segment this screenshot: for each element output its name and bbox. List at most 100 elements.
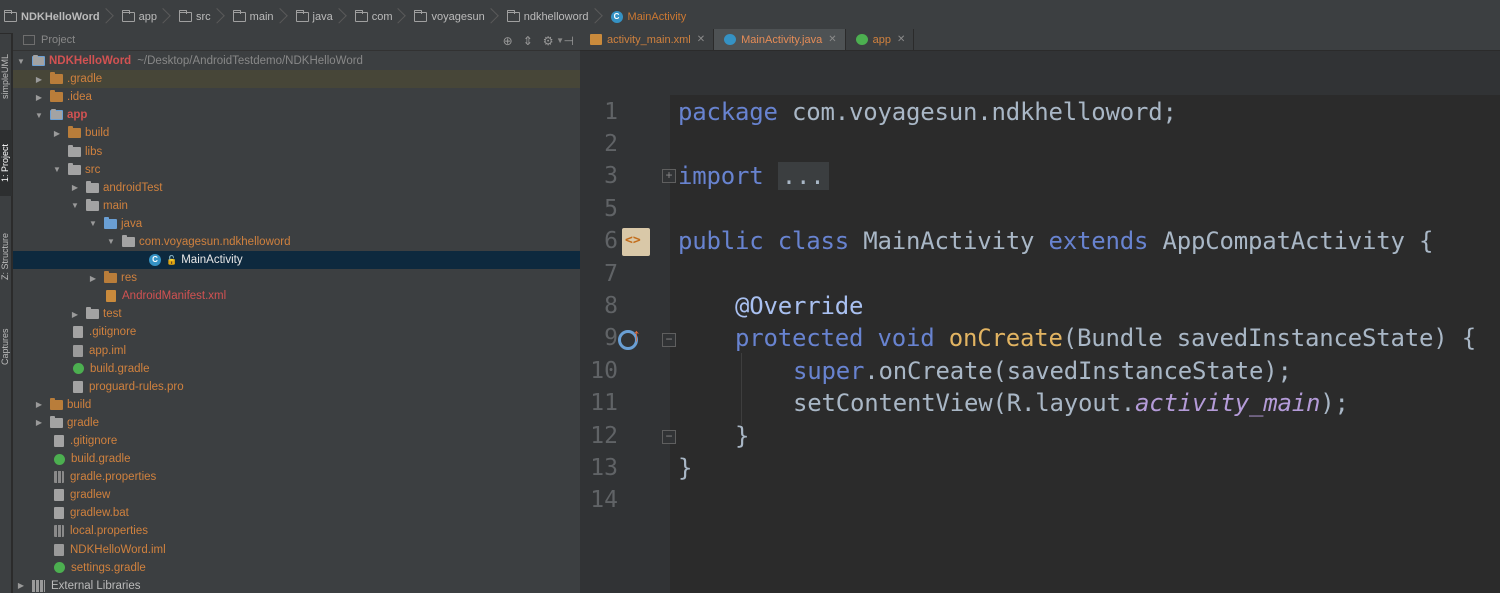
breadcrumb-src[interactable]: src bbox=[177, 0, 231, 34]
close-icon[interactable]: ✕ bbox=[828, 34, 836, 45]
folder-icon bbox=[68, 162, 81, 175]
collapse-fold-end-icon[interactable]: − bbox=[662, 430, 676, 444]
tool-tab-project[interactable]: 1: Project bbox=[0, 130, 12, 196]
tree-row[interactable]: .gitignore bbox=[13, 432, 580, 450]
collapsed-arrow-icon[interactable]: ▶ bbox=[70, 183, 80, 192]
tree-row[interactable]: proguard-rules.pro bbox=[13, 378, 580, 396]
collapsed-arrow-icon[interactable]: ▶ bbox=[70, 310, 80, 319]
line-number: 1 bbox=[604, 99, 618, 125]
breadcrumb-label: app bbox=[138, 10, 157, 23]
tree-row-selected[interactable]: C 🔓 MainActivity bbox=[13, 251, 580, 270]
package-icon bbox=[354, 9, 368, 22]
collapsed-arrow-icon[interactable]: ▶ bbox=[34, 418, 44, 427]
tool-tab-simpleuml[interactable]: simpleUML bbox=[0, 36, 12, 116]
breadcrumb-voyagesun[interactable]: voyagesun bbox=[412, 0, 504, 34]
tree-row[interactable]: ▶ External Libraries bbox=[13, 577, 580, 593]
gradle-file-icon bbox=[54, 453, 65, 465]
chevron-right-icon bbox=[595, 6, 603, 28]
folder-icon bbox=[86, 198, 99, 211]
tree-row[interactable]: ▼ app bbox=[13, 106, 580, 124]
tree-row[interactable]: gradle.properties bbox=[13, 468, 580, 486]
expanded-arrow-icon[interactable]: ▼ bbox=[70, 201, 80, 210]
package-icon bbox=[122, 234, 135, 247]
tree-row[interactable]: gradlew bbox=[13, 486, 580, 504]
collapsed-arrow-icon[interactable]: ▶ bbox=[34, 400, 44, 409]
tab-mainactivity-java[interactable]: MainActivity.java ✕ bbox=[714, 29, 846, 50]
code-line-8: @Override bbox=[735, 292, 864, 320]
collapsed-arrow-icon[interactable]: ▶ bbox=[16, 581, 26, 590]
close-icon[interactable]: ✕ bbox=[697, 34, 705, 45]
folder-icon bbox=[68, 126, 81, 139]
tree-label: test bbox=[103, 308, 122, 321]
code-line-9: protected void onCreate(Bundle savedInst… bbox=[735, 324, 1476, 352]
expanded-arrow-icon[interactable]: ▼ bbox=[106, 237, 116, 246]
collapsed-arrow-icon[interactable]: ▶ bbox=[88, 274, 98, 283]
hide-icon[interactable]: ⊣ bbox=[564, 34, 574, 48]
expanded-arrow-icon[interactable]: ▼ bbox=[52, 165, 62, 174]
tree-label: .gitignore bbox=[70, 435, 118, 448]
tree-row[interactable]: ▼ src bbox=[13, 161, 580, 179]
breadcrumb-main[interactable]: main bbox=[231, 0, 294, 34]
breadcrumb-app[interactable]: app bbox=[120, 0, 177, 34]
tree-row[interactable]: ▶ .gradle bbox=[13, 70, 580, 89]
tree-label: AndroidManifest.xml bbox=[122, 290, 227, 303]
folder-icon bbox=[86, 307, 99, 320]
collapse-fold-icon[interactable]: − bbox=[662, 333, 676, 347]
locate-icon[interactable]: ⊕ bbox=[503, 34, 513, 48]
tree-row[interactable]: ▼ com.voyagesun.ndkhelloword bbox=[13, 233, 580, 251]
folder-icon bbox=[121, 9, 135, 22]
breadcrumb-project[interactable]: NDKHelloWord bbox=[2, 0, 120, 34]
project-view-selector[interactable]: Project ▼ bbox=[13, 30, 580, 51]
breadcrumb-java[interactable]: java bbox=[294, 0, 353, 34]
folded-imports[interactable]: ... bbox=[777, 162, 829, 190]
tree-label: settings.gradle bbox=[71, 561, 146, 574]
tree-row[interactable]: ▼ main bbox=[13, 197, 580, 215]
tree-row-root[interactable]: ▼ NDKHelloWord ~/Desktop/AndroidTestdemo/N… bbox=[13, 52, 580, 70]
expanded-arrow-icon[interactable]: ▼ bbox=[88, 219, 98, 228]
tool-tab-captures[interactable]: Captures bbox=[0, 314, 12, 380]
layout-link-icon[interactable] bbox=[622, 228, 650, 256]
close-icon[interactable]: ✕ bbox=[897, 34, 905, 45]
gradle-file-icon bbox=[73, 363, 84, 375]
folder-icon bbox=[295, 9, 309, 22]
chevron-right-icon bbox=[106, 6, 114, 28]
expand-fold-icon[interactable]: + bbox=[662, 169, 676, 183]
tree-row[interactable]: ▶ res bbox=[13, 269, 580, 287]
tree-row[interactable]: ▼ java bbox=[13, 215, 580, 233]
tree-row[interactable]: AndroidManifest.xml bbox=[13, 287, 580, 305]
tree-row[interactable]: ▶ .idea bbox=[13, 88, 580, 106]
tree-row[interactable]: ▶ test bbox=[13, 305, 580, 323]
tree-row[interactable]: NDKHelloWord.iml bbox=[13, 541, 580, 559]
tree-row[interactable]: gradlew.bat bbox=[13, 504, 580, 522]
collapsed-arrow-icon[interactable]: ▶ bbox=[34, 93, 44, 102]
tool-tab-structure[interactable]: Z: Structure bbox=[0, 216, 12, 296]
tree-row[interactable]: build.gradle bbox=[13, 450, 580, 468]
collapsed-arrow-icon[interactable]: ▶ bbox=[52, 129, 62, 138]
tab-app[interactable]: app ✕ bbox=[846, 29, 915, 50]
expanded-arrow-icon[interactable]: ▼ bbox=[16, 57, 26, 66]
expanded-arrow-icon[interactable]: ▼ bbox=[34, 111, 44, 120]
tree-row[interactable]: ▶ build bbox=[13, 124, 580, 142]
line-number: 14 bbox=[590, 487, 618, 513]
view-selector-label: Project bbox=[41, 34, 76, 46]
tree-row[interactable]: app.iml bbox=[13, 342, 580, 360]
tree-row[interactable]: ▶ androidTest bbox=[13, 179, 580, 197]
tab-activity-main-xml[interactable]: activity_main.xml ✕ bbox=[580, 29, 715, 50]
breadcrumb-com[interactable]: com bbox=[353, 0, 413, 34]
collapse-icon[interactable]: ⇕ bbox=[523, 34, 533, 48]
folder-icon bbox=[50, 397, 63, 410]
tree-row[interactable]: ▶ gradle bbox=[13, 414, 580, 432]
override-arrow-icon: ↑ bbox=[632, 325, 641, 345]
breadcrumb-label: NDKHelloWord bbox=[21, 10, 100, 23]
gear-icon[interactable]: ⚙ bbox=[543, 34, 554, 48]
chevron-right-icon bbox=[491, 6, 499, 28]
tree-row[interactable]: .gitignore bbox=[13, 323, 580, 341]
tree-label: build bbox=[67, 398, 92, 411]
tree-row[interactable]: settings.gradle bbox=[13, 559, 580, 577]
tree-row[interactable]: build.gradle bbox=[13, 360, 580, 378]
collapsed-arrow-icon[interactable]: ▶ bbox=[34, 75, 44, 84]
tree-row[interactable]: local.properties bbox=[13, 522, 580, 540]
class-icon: C bbox=[610, 10, 623, 23]
tree-row[interactable]: libs bbox=[13, 142, 580, 160]
tree-row[interactable]: ▶ build bbox=[13, 396, 580, 414]
